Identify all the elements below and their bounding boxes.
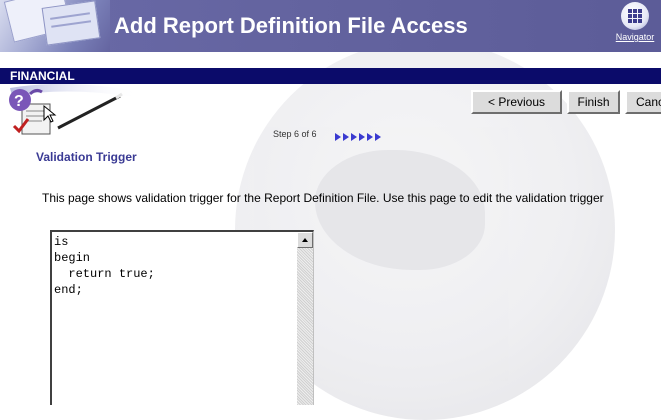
scroll-up-arrow-icon[interactable] xyxy=(297,232,313,248)
navigator-link[interactable]: Navigator xyxy=(611,0,659,52)
step-progress-arrows-icon xyxy=(335,129,383,147)
wizard-help-icon: ? xyxy=(0,83,140,144)
finish-button[interactable]: Finish xyxy=(567,90,620,114)
financial-band: FINANCIAL xyxy=(0,68,661,84)
navigator-label[interactable]: Navigator xyxy=(611,32,659,42)
section-title: Validation Trigger xyxy=(36,150,137,164)
page-title: Add Report Definition File Access xyxy=(114,13,468,38)
validation-trigger-textarea[interactable]: is begin return true; end; xyxy=(52,232,296,405)
page-header: Add Report Definition File Access Naviga… xyxy=(0,0,661,52)
header-sheet-2 xyxy=(41,0,101,46)
section-description: This page shows validation trigger for t… xyxy=(42,191,604,205)
navigator-grid-icon[interactable] xyxy=(621,2,649,30)
validation-trigger-editor: is begin return true; end; xyxy=(50,230,314,405)
cancel-button[interactable]: Canc xyxy=(625,90,661,114)
editor-scrollbar[interactable] xyxy=(297,232,313,405)
header-documents-art xyxy=(0,0,110,52)
svg-text:?: ? xyxy=(14,93,24,110)
step-indicator: Step 6 of 6 xyxy=(273,129,317,139)
previous-button[interactable]: < Previous xyxy=(471,90,562,114)
